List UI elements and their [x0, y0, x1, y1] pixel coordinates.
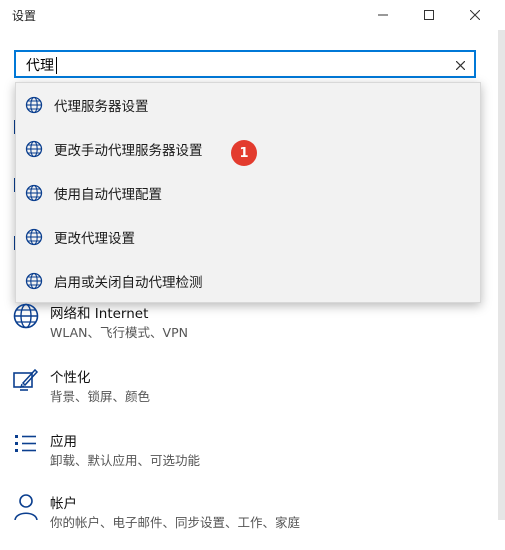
suggestion-item[interactable]: 更改代理设置: [16, 215, 480, 259]
category-apps[interactable]: 应用 卸载、默认应用、可选功能: [0, 430, 490, 488]
search-input[interactable]: 代理: [14, 50, 476, 78]
minimize-icon: [378, 14, 388, 16]
globe-icon: [25, 140, 43, 158]
globe-icon: [25, 228, 43, 246]
window-title: 设置: [12, 9, 37, 23]
personalize-icon: [13, 368, 39, 391]
person-icon: [14, 494, 38, 520]
text-caret: [56, 57, 57, 74]
step-badge: 1: [231, 140, 257, 166]
category-personalization[interactable]: 个性化 背景、锁屏、颜色: [0, 366, 490, 424]
category-description: 背景、锁屏、颜色: [50, 389, 151, 404]
category-name: 帐户: [50, 496, 77, 512]
suggestion-item[interactable]: 使用自动代理配置: [16, 171, 480, 215]
category-name: 个性化: [50, 370, 91, 386]
suggestion-item[interactable]: 启用或关闭自动代理检测: [16, 259, 480, 303]
apps-list-icon: [15, 435, 36, 452]
close-button[interactable]: [452, 0, 498, 30]
search-input-value: 代理: [26, 58, 54, 74]
category-description: 你的帐户、电子邮件、同步设置、工作、家庭: [50, 515, 301, 530]
globe-icon: [25, 96, 43, 114]
category-network[interactable]: 网络和 Internet WLAN、飞行模式、VPN: [0, 302, 490, 360]
close-icon: [455, 60, 465, 70]
close-icon: [470, 10, 480, 20]
suggestion-label: 代理服务器设置: [54, 99, 149, 115]
suggestion-label: 更改代理设置: [54, 231, 135, 247]
category-name: 网络和 Internet: [50, 306, 149, 322]
maximize-button[interactable]: [406, 0, 452, 30]
scrollbar-track[interactable]: [498, 30, 505, 520]
category-description: 卸载、默认应用、可选功能: [50, 453, 201, 468]
globe-icon: [25, 272, 43, 290]
category-name: 应用: [50, 434, 77, 450]
category-description: WLAN、飞行模式、VPN: [50, 325, 188, 340]
suggestion-label: 启用或关闭自动代理检测: [54, 275, 203, 291]
globe-icon: [25, 184, 43, 202]
suggestion-label: 使用自动代理配置: [54, 187, 162, 203]
title-bar: 设置: [0, 0, 505, 30]
category-accounts[interactable]: 帐户 你的帐户、电子邮件、同步设置、工作、家庭: [0, 492, 490, 550]
suggestion-item[interactable]: 代理服务器设置: [16, 83, 480, 127]
minimize-button[interactable]: [360, 0, 406, 30]
suggestion-label: 更改手动代理服务器设置: [54, 143, 203, 159]
maximize-icon: [424, 10, 434, 20]
clear-search-button[interactable]: [452, 57, 468, 73]
globe-icon: [13, 303, 39, 329]
search-suggestions: 代理服务器设置 更改手动代理服务器设置 使用自动代理配置 更改代理设置 启用或关…: [15, 82, 481, 303]
